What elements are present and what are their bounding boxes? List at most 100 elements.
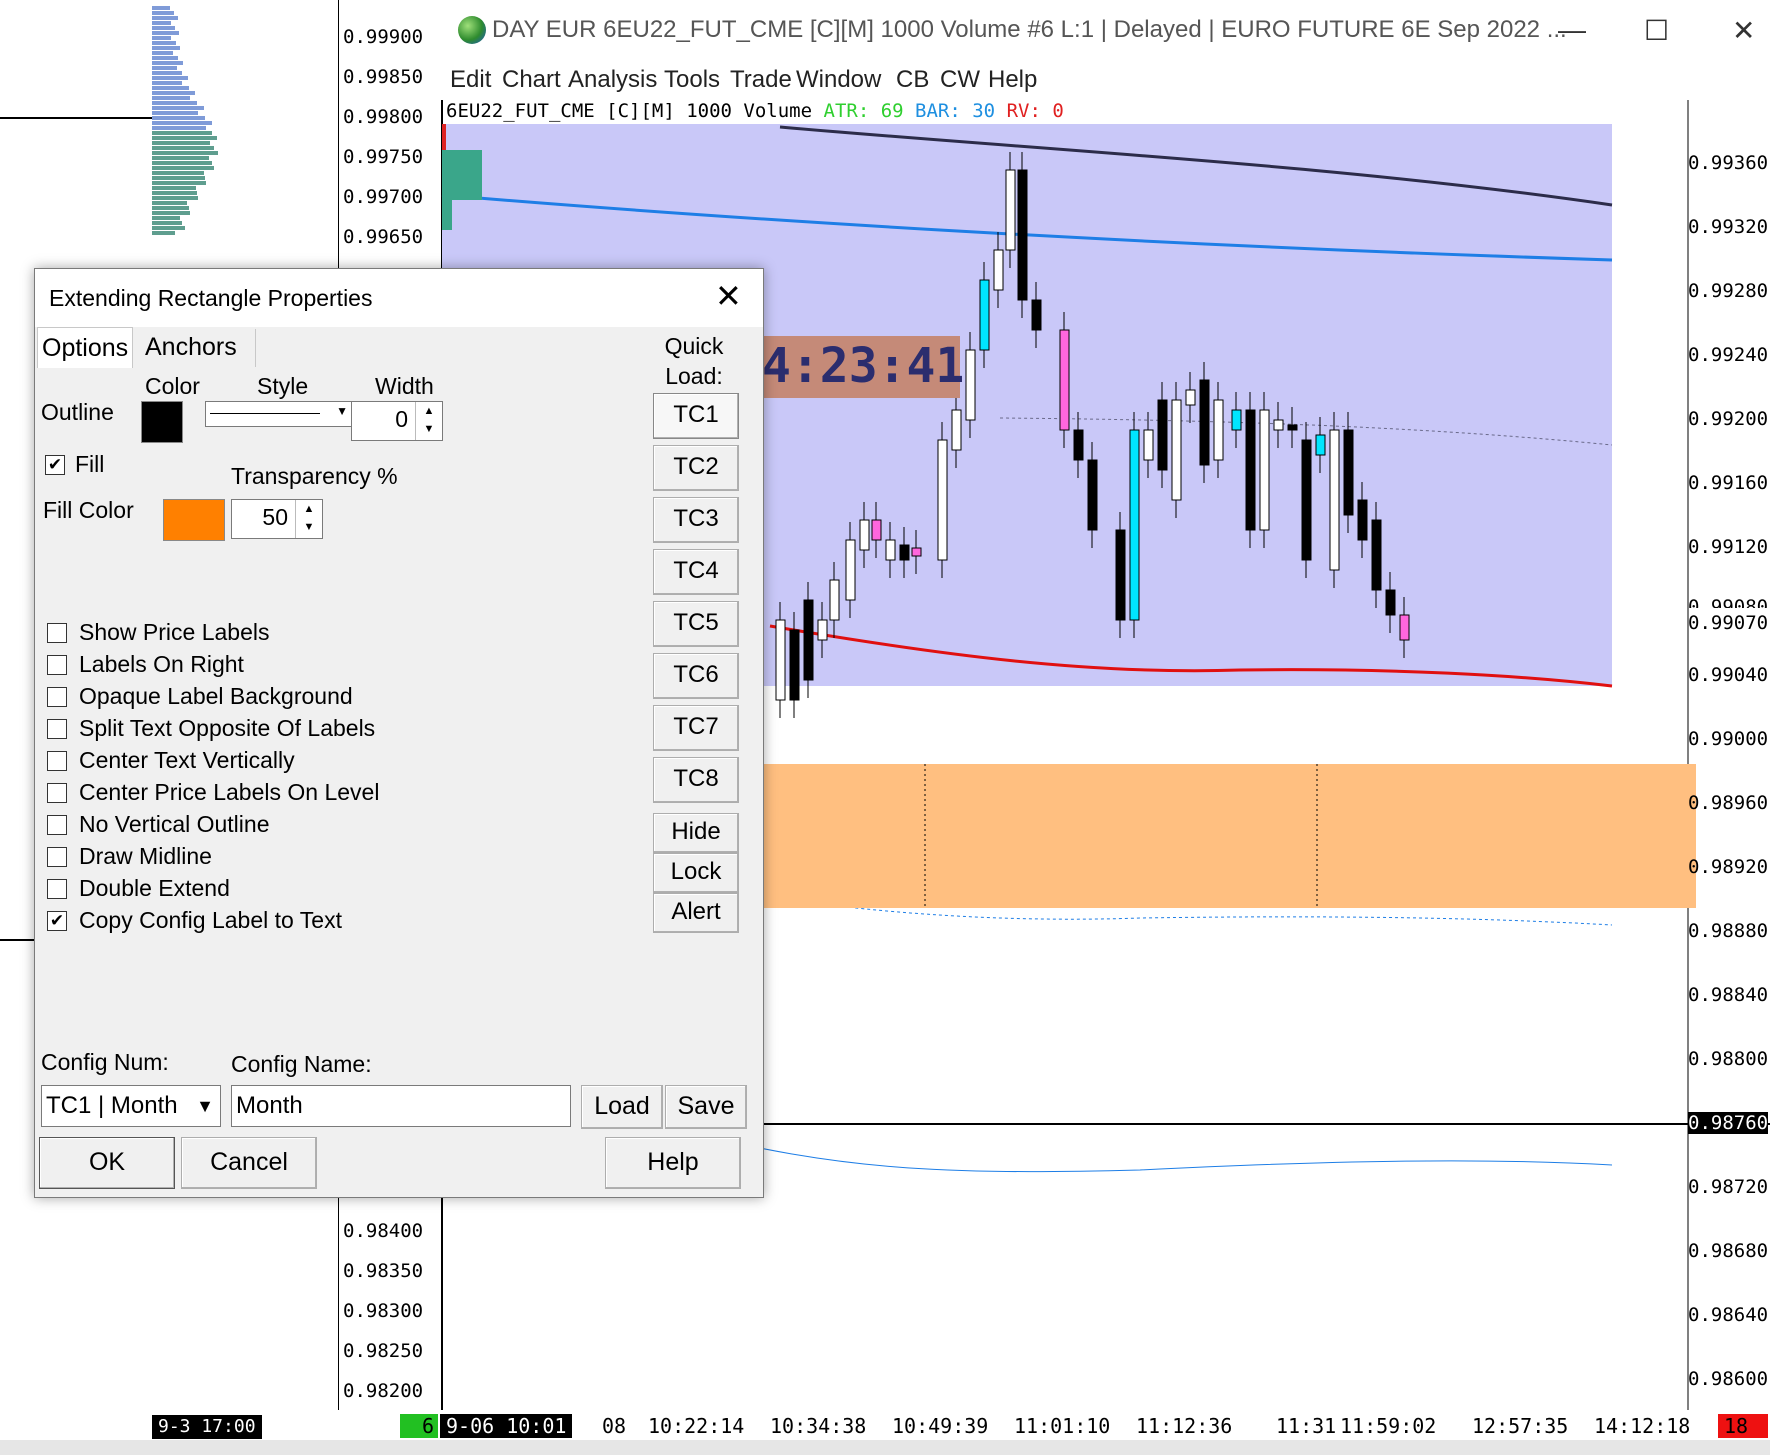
candle-body: [859, 519, 870, 551]
hide-button[interactable]: Hide: [653, 813, 739, 853]
globe-icon: [458, 16, 486, 44]
save-button[interactable]: Save: [665, 1085, 747, 1129]
candle-body: [1399, 614, 1410, 641]
menu-edit[interactable]: Edit: [450, 66, 491, 94]
style-dropdown[interactable]: ▼: [205, 401, 353, 427]
outline-color-swatch[interactable]: [141, 401, 183, 443]
chart-symbol: 6EU22_FUT_CME [C][M] 1000 Volume: [446, 100, 813, 122]
ok-button[interactable]: OK: [39, 1137, 175, 1189]
candle-body: [1245, 409, 1256, 531]
menu-cw[interactable]: CW: [940, 66, 980, 94]
cancel-button[interactable]: Cancel: [181, 1137, 317, 1189]
price-axis-label: 0.98800: [1688, 1048, 1769, 1070]
profile-bar: [152, 66, 177, 70]
price-axis-label: 0.99120: [1688, 536, 1769, 558]
width-spinner[interactable]: 0 ▲ ▼: [351, 401, 443, 441]
price-axis-label: 0.99360: [1688, 152, 1769, 174]
time-axis-label: 11:01:10: [1014, 1414, 1111, 1438]
checkbox[interactable]: [47, 655, 67, 675]
config-num-label: Config Num:: [41, 1049, 169, 1075]
fill-checkbox[interactable]: ✔: [45, 455, 65, 475]
tab-options[interactable]: Options: [37, 327, 134, 368]
checkbox[interactable]: [47, 623, 67, 643]
checkbox[interactable]: [47, 751, 67, 771]
checkbox[interactable]: [47, 687, 67, 707]
tc4-button[interactable]: TC4: [653, 549, 739, 595]
candle-body: [1357, 499, 1368, 541]
alert-button[interactable]: Alert: [653, 893, 739, 933]
checkbox[interactable]: [47, 847, 67, 867]
profile-bar: [152, 196, 198, 200]
left-price-label: 0.99700: [343, 186, 424, 208]
profile-bar: [152, 116, 205, 120]
checkbox[interactable]: [47, 879, 67, 899]
time-axis-label: 14:12:18: [1594, 1414, 1691, 1438]
tc3-button[interactable]: TC3: [653, 497, 739, 543]
chevron-down-icon: ▼: [336, 404, 348, 418]
config-name-input[interactable]: Month: [231, 1085, 571, 1127]
profile-bar: [152, 31, 179, 35]
dialog-close-icon[interactable]: ✕: [715, 277, 742, 315]
tc5-button[interactable]: TC5: [653, 601, 739, 647]
tc2-button[interactable]: TC2: [653, 445, 739, 491]
price-axis-label: 0.99080: [1688, 596, 1769, 608]
close-window-button[interactable]: ✕: [1732, 14, 1755, 47]
extending-rectangle[interactable]: [736, 764, 1696, 908]
dialog-titlebar[interactable]: Extending Rectangle Properties ✕: [35, 269, 763, 327]
checkbox-label: Show Price Labels: [79, 619, 270, 645]
transparency-spinner[interactable]: 50 ▲ ▼: [231, 499, 323, 539]
left-price-label: 0.98350: [343, 1260, 424, 1282]
menu-chart[interactable]: Chart: [502, 66, 561, 94]
profile-bar: [152, 21, 171, 25]
config-num-select[interactable]: TC1 | Month ▼: [41, 1085, 221, 1127]
price-axis-label: 0.99040: [1688, 664, 1769, 686]
lock-button[interactable]: Lock: [653, 853, 739, 893]
menu-window[interactable]: Window: [796, 66, 881, 94]
candle-body: [845, 539, 856, 601]
config-name-label: Config Name:: [231, 1051, 372, 1077]
color-column-label: Color: [145, 373, 200, 399]
menu-tools[interactable]: Tools: [664, 66, 720, 94]
price-axis-label: 0.98960: [1688, 792, 1769, 814]
candle-body: [1031, 299, 1042, 331]
horizontal-scrollbar[interactable]: [0, 1440, 1770, 1455]
tc8-button[interactable]: TC8: [653, 757, 739, 803]
quick-load-label: Quick Load:: [664, 333, 724, 389]
time-axis-label: 10:34:38: [770, 1414, 867, 1438]
profile-bar: [152, 131, 212, 135]
checkbox-label: Center Text Vertically: [79, 747, 295, 773]
menu-help[interactable]: Help: [988, 66, 1037, 94]
menu-analysis[interactable]: Analysis: [568, 66, 657, 94]
tc6-button[interactable]: TC6: [653, 653, 739, 699]
tc7-button[interactable]: TC7: [653, 705, 739, 751]
load-button[interactable]: Load: [581, 1085, 663, 1129]
candle-body: [1171, 399, 1182, 501]
checkbox[interactable]: [47, 783, 67, 803]
profile-bar: [152, 81, 182, 85]
checkbox[interactable]: [47, 719, 67, 739]
candle-body: [885, 539, 896, 561]
menu-trade[interactable]: Trade: [730, 66, 792, 94]
spinner-arrows-icon[interactable]: ▲ ▼: [415, 402, 442, 440]
candle-body: [871, 519, 882, 541]
menu-cb[interactable]: CB: [896, 66, 929, 94]
price-axis-label: 0.99240: [1688, 344, 1769, 366]
profile-bar: [152, 36, 171, 40]
tc1-button[interactable]: TC1: [653, 393, 739, 439]
minimize-button[interactable]: —: [1558, 14, 1586, 46]
fill-color-swatch[interactable]: [163, 499, 225, 541]
profile-bar: [152, 16, 178, 20]
left-price-label: 0.99900: [343, 26, 424, 48]
help-button[interactable]: Help: [605, 1137, 741, 1189]
tab-anchors[interactable]: Anchors: [141, 327, 241, 367]
profile-bar: [152, 166, 214, 170]
left-price-label: 0.98400: [343, 1220, 424, 1242]
style-column-label: Style: [257, 373, 309, 399]
candle-body: [1301, 439, 1312, 561]
window-titlebar[interactable]: DAY EUR 6EU22_FUT_CME [C][M] 1000 Volume…: [440, 0, 1770, 64]
profile-bar: [152, 206, 189, 210]
spinner-arrows-icon[interactable]: ▲ ▼: [295, 500, 322, 538]
checkbox[interactable]: [47, 815, 67, 835]
maximize-button[interactable]: ☐: [1644, 14, 1669, 47]
checkbox[interactable]: ✔: [47, 911, 67, 931]
